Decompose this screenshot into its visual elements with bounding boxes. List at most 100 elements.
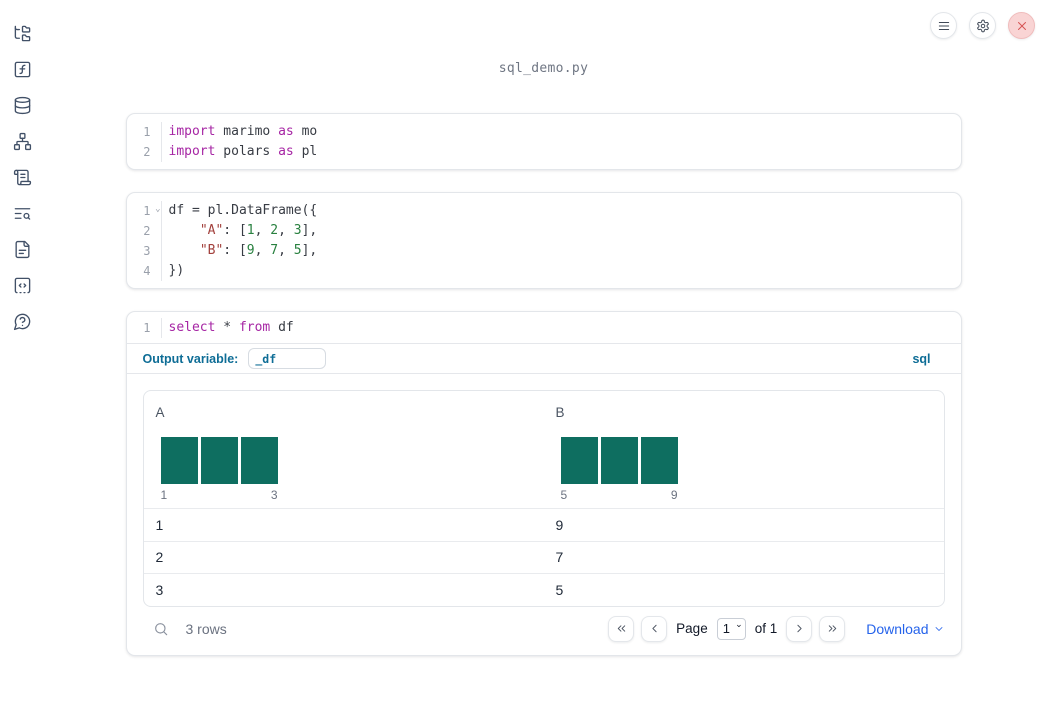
sidebar-item-variables[interactable] xyxy=(11,58,33,80)
table-body: 192735 xyxy=(143,508,944,606)
line-number: 2 xyxy=(127,221,162,241)
sidebar-item-snippets[interactable] xyxy=(11,274,33,296)
sidebar-item-dependencies[interactable] xyxy=(11,130,33,152)
sidebar-item-help[interactable] xyxy=(11,310,33,332)
language-badge: sql xyxy=(912,351,931,366)
sql-meta-bar: Output variable: sql xyxy=(126,344,961,374)
table-cell: 3 xyxy=(155,581,164,598)
column-histogram[interactable] xyxy=(560,437,932,484)
menu-button[interactable] xyxy=(930,12,957,39)
notebook-content: sql_demo.py 1 import marimo as mo 2 import … xyxy=(44,0,1043,656)
histogram-bar xyxy=(560,437,598,484)
chevrons-right-icon xyxy=(828,625,836,632)
table-row[interactable]: 19 xyxy=(143,508,944,541)
fold-chevron-icon[interactable]: ⌄ xyxy=(155,199,160,219)
histogram-axis-labels: 13 xyxy=(160,488,278,502)
code-line[interactable]: 1 select * from df xyxy=(127,318,961,338)
cell-imports[interactable]: 1 import marimo as mo 2 import polars as pl xyxy=(125,113,962,170)
code-line[interactable]: 1 import marimo as mo xyxy=(127,122,961,142)
code-line[interactable]: 2 import polars as pl xyxy=(127,142,961,162)
notebook-filename: sql_demo.py xyxy=(498,61,589,76)
table-cell: 1 xyxy=(155,516,164,533)
line-number: 2 xyxy=(127,142,162,162)
list-search-icon xyxy=(14,207,30,220)
line-number: 3 xyxy=(127,241,162,261)
prev-page-button[interactable] xyxy=(641,615,668,642)
close-button[interactable] xyxy=(1008,12,1035,39)
sidebar-item-datasources[interactable] xyxy=(11,94,33,116)
table-row[interactable]: 27 xyxy=(143,540,944,574)
histogram-bar xyxy=(160,437,198,484)
code-line[interactable]: 3 "B": [9, 7, 5], xyxy=(127,241,961,261)
table-header: A 13 B 59 xyxy=(144,391,944,508)
column-name: A xyxy=(155,405,165,420)
column-header[interactable]: B 59 xyxy=(544,391,944,508)
first-page-button[interactable] xyxy=(608,615,635,642)
sql-output: A13B59 192735 3 rows Page 1 ⌄ of 1 Downl… xyxy=(127,374,961,655)
next-page-button[interactable] xyxy=(786,615,813,642)
sidebar-item-file-explorer[interactable] xyxy=(11,22,33,44)
sidebar-item-documentation[interactable] xyxy=(11,238,33,260)
cell-dataframe[interactable]: 1 ⌄ df = pl.DataFrame({2 "A": [1, 2, 3], 3 … xyxy=(125,192,962,289)
sidebar-item-scratchpad[interactable] xyxy=(11,166,33,188)
output-variable-input[interactable] xyxy=(248,348,327,369)
page-select[interactable]: 1 xyxy=(716,617,746,640)
line-number: 4 xyxy=(127,261,162,281)
page-select-wrap: 1 xyxy=(716,617,746,640)
code-line[interactable]: 4}) xyxy=(127,261,961,281)
hamburger-menu-icon xyxy=(938,21,949,30)
code-editor-sql[interactable]: 1 select * from df xyxy=(126,312,961,344)
code-editor-dataframe[interactable]: 1 ⌄ df = pl.DataFrame({2 "A": [1, 2, 3], 3 … xyxy=(127,193,961,288)
output-variable-label: Output variable: xyxy=(142,351,239,366)
table-cell: 2 xyxy=(155,549,164,566)
line-number: 1 xyxy=(127,318,162,338)
settings-button[interactable] xyxy=(969,12,996,39)
dependency-graph-icon xyxy=(13,132,31,150)
cell-sql[interactable]: 1select * from df Output variable: sql A… xyxy=(125,311,962,656)
page-of-label: of 1 xyxy=(754,621,778,637)
code-line[interactable]: 1 ⌄ df = pl.DataFrame({ xyxy=(127,201,961,221)
document-icon xyxy=(14,240,30,258)
histogram-bar xyxy=(600,437,638,484)
table-cell: 9 xyxy=(555,516,564,533)
pagination: Page 1 of 1 xyxy=(608,615,944,642)
table-cell: 5 xyxy=(555,581,564,598)
column-header[interactable]: A 13 xyxy=(144,391,544,508)
chevron-left-icon xyxy=(652,625,657,633)
gear-icon xyxy=(976,19,989,32)
dataframe-table: A13B59 192735 xyxy=(142,390,945,607)
chevrons-left-icon xyxy=(617,625,625,632)
histogram-bar xyxy=(240,437,278,484)
histogram-axis-labels: 59 xyxy=(560,488,678,502)
line-number: 1 xyxy=(127,122,162,142)
chevron-right-icon xyxy=(797,625,802,633)
file-tree-icon xyxy=(14,25,30,41)
helper-sidebar xyxy=(0,0,44,713)
histogram-bar xyxy=(640,437,678,484)
code-line[interactable]: 2 "A": [1, 2, 3], xyxy=(127,221,961,241)
download-label: Download xyxy=(866,620,929,637)
last-page-button[interactable] xyxy=(819,615,846,642)
line-number: 1 ⌄ xyxy=(127,201,162,221)
column-name: B xyxy=(555,405,565,420)
table-row[interactable]: 35 xyxy=(143,573,944,606)
column-histogram[interactable] xyxy=(160,437,532,484)
scroll-icon xyxy=(13,169,31,185)
download-button[interactable]: Download xyxy=(866,621,944,637)
page-label: Page xyxy=(676,621,708,637)
sidebar-item-logs[interactable] xyxy=(11,202,33,224)
cells-container: 1 import marimo as mo 2 import polars as pl… xyxy=(44,76,1043,656)
code-snippet-icon xyxy=(14,277,30,293)
code-editor-imports[interactable]: 1 import marimo as mo 2 import polars as pl xyxy=(127,114,961,169)
row-count: 3 rows xyxy=(185,620,227,637)
database-icon xyxy=(14,96,30,114)
histogram-bar xyxy=(200,437,238,484)
help-bubble-icon xyxy=(13,313,30,330)
table-cell: 7 xyxy=(555,549,564,566)
function-square-icon xyxy=(14,61,30,77)
search-icon[interactable] xyxy=(153,621,169,637)
close-icon xyxy=(1017,21,1026,30)
table-footer: 3 rows Page 1 ⌄ of 1 Download xyxy=(143,615,945,642)
chevron-down-icon xyxy=(935,626,942,631)
topbar-actions xyxy=(930,12,1035,39)
